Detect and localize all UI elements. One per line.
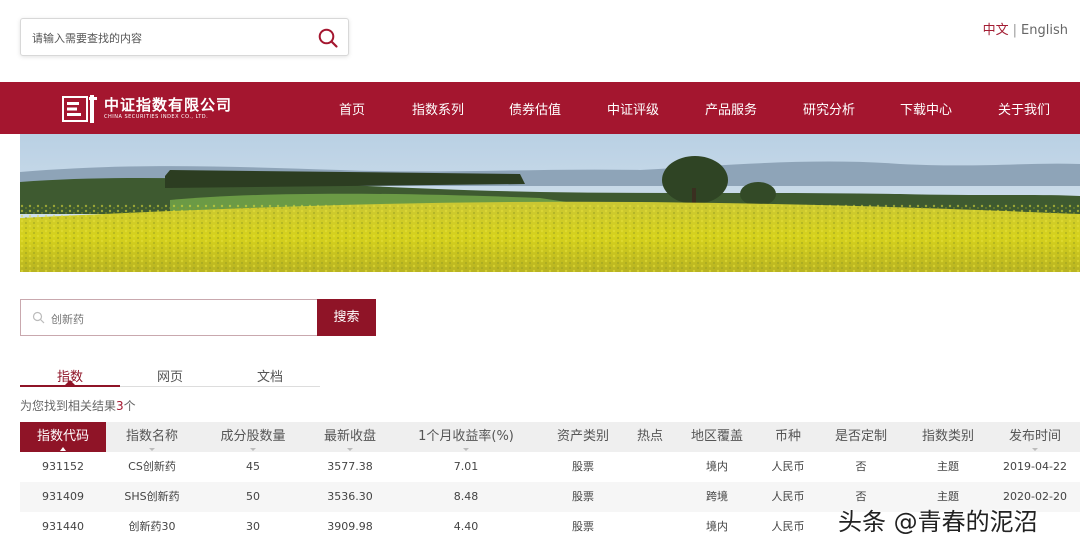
nav-item-index-series[interactable]: 指数系列 [412, 99, 464, 118]
cell-asset-class: 股票 [572, 520, 594, 533]
result-count-suffix: 个 [123, 399, 136, 413]
cell-index-code: 931440 [42, 520, 84, 533]
top-search-placeholder: 请输入需要查找的内容 [32, 32, 142, 45]
brand-name-cn: 中证指数有限公司 [104, 96, 233, 114]
search-icon [32, 311, 45, 324]
cell-release-date: 2019-04-22 [1003, 460, 1067, 473]
nav-item-home[interactable]: 首页 [339, 99, 365, 118]
column-header-latest-close[interactable]: 最新收盘 [308, 422, 392, 452]
language-english-link[interactable]: English [1021, 23, 1068, 38]
nav-item-about[interactable]: 关于我们 [998, 99, 1050, 118]
cell-currency: 人民币 [771, 490, 805, 503]
column-header-1m-return[interactable]: 1个月收益率(%) [392, 422, 540, 452]
table-row[interactable]: 931152 CS创新药 45 3577.38 7.01 股票 境内 人民币 否… [20, 452, 1080, 482]
top-search-box[interactable]: 请输入需要查找的内容 [20, 18, 349, 56]
cell-currency: 人民币 [771, 520, 805, 533]
column-header-index-type: 指数类别 [921, 429, 974, 444]
index-search-input[interactable]: 创新药 [20, 299, 317, 336]
cell-index-type: 主题 [937, 460, 959, 473]
nav-item-downloads[interactable]: 下载中心 [900, 99, 952, 118]
cell-customized: 否 [855, 460, 867, 473]
brand-logo[interactable]: 中证指数有限公司 CHINA SECURITIES INDEX CO., LTD… [62, 94, 232, 124]
nav-item-bond-valuation[interactable]: 债券估值 [509, 99, 561, 118]
sort-down-icon [1032, 448, 1038, 451]
cell-latest-close: 3577.38 [327, 460, 373, 473]
landscape-banner [20, 134, 1080, 272]
cell-hotspot [626, 452, 674, 482]
sort-down-icon [463, 448, 469, 451]
cell-1m-return: 4.40 [453, 520, 479, 533]
tab-document[interactable]: 文档 [220, 366, 320, 385]
cell-currency: 人民币 [771, 460, 805, 473]
cell-index-name[interactable]: 创新药30 [106, 512, 198, 542]
column-header-currency: 币种 [774, 429, 801, 444]
column-header-constituents[interactable]: 成分股数量 [198, 422, 308, 452]
result-count: 为您找到相关结果3个 [20, 397, 136, 414]
column-header-release-date[interactable]: 发布时间 [990, 422, 1080, 452]
cell-region: 境内 [706, 520, 728, 533]
main-navbar: 中证指数有限公司 CHINA SECURITIES INDEX CO., LTD… [0, 82, 1080, 134]
sort-down-icon [347, 448, 353, 451]
cell-1m-return: 8.48 [453, 490, 479, 503]
table-header: 指数代码 指数名称 成分股数量 最新收盘 1个月收益率(%) 资产类别 热点 地… [20, 422, 1080, 452]
cell-region: 跨境 [706, 490, 728, 503]
tab-webpage[interactable]: 网页 [120, 366, 220, 385]
nav-item-products[interactable]: 产品服务 [705, 99, 757, 118]
column-header-customized: 是否定制 [834, 429, 887, 444]
cell-constituents: 45 [246, 460, 260, 473]
column-header-index-code[interactable]: 指数代码 [20, 422, 106, 452]
cell-index-code: 931152 [42, 460, 84, 473]
sort-down-icon [250, 448, 256, 451]
cell-index-code: 931409 [42, 490, 84, 503]
result-count-prefix: 为您找到相关结果 [20, 399, 117, 413]
column-header-index-name[interactable]: 指数名称 [106, 422, 198, 452]
brand-name-en: CHINA SECURITIES INDEX CO., LTD. [104, 114, 209, 120]
csi-logo-icon [62, 95, 97, 123]
column-header-region: 地区覆盖 [690, 429, 743, 444]
cell-constituents: 30 [246, 520, 260, 533]
cell-asset-class: 股票 [572, 490, 594, 503]
cell-1m-return: 7.01 [453, 460, 479, 473]
active-tab-underline [20, 385, 120, 387]
cell-hotspot [626, 482, 674, 512]
search-button[interactable]: 搜索 [317, 299, 376, 336]
watermark-text: 头条 @青春的泥沼 [838, 508, 1038, 536]
search-icon[interactable] [317, 27, 339, 49]
rapeseed-field-image [20, 134, 1080, 272]
cell-index-name[interactable]: SHS创新药 [106, 482, 198, 512]
sort-up-icon [60, 447, 66, 451]
cell-latest-close: 3909.98 [327, 520, 373, 533]
cell-region: 境内 [706, 460, 728, 473]
nav-item-csi-rating[interactable]: 中证评级 [607, 99, 659, 118]
result-tabs: 指数 网页 文档 [20, 364, 320, 387]
column-header-hotspot: 热点 [636, 429, 663, 444]
sort-down-icon [149, 448, 155, 451]
index-search-value: 创新药 [51, 313, 84, 326]
language-switch: 中文 | English [983, 19, 1068, 38]
cell-hotspot [626, 512, 674, 542]
language-chinese-link[interactable]: 中文 [983, 23, 1009, 38]
nav-item-research[interactable]: 研究分析 [803, 99, 855, 118]
active-tab-caret-icon [65, 380, 75, 385]
result-count-number: 3 [116, 399, 124, 413]
cell-asset-class: 股票 [572, 460, 594, 473]
column-header-asset-class: 资产类别 [556, 429, 609, 444]
cell-index-name[interactable]: CS创新药 [106, 452, 198, 482]
language-separator: | [1012, 23, 1018, 38]
cell-constituents: 50 [246, 490, 260, 503]
cell-latest-close: 3536.30 [327, 490, 373, 503]
